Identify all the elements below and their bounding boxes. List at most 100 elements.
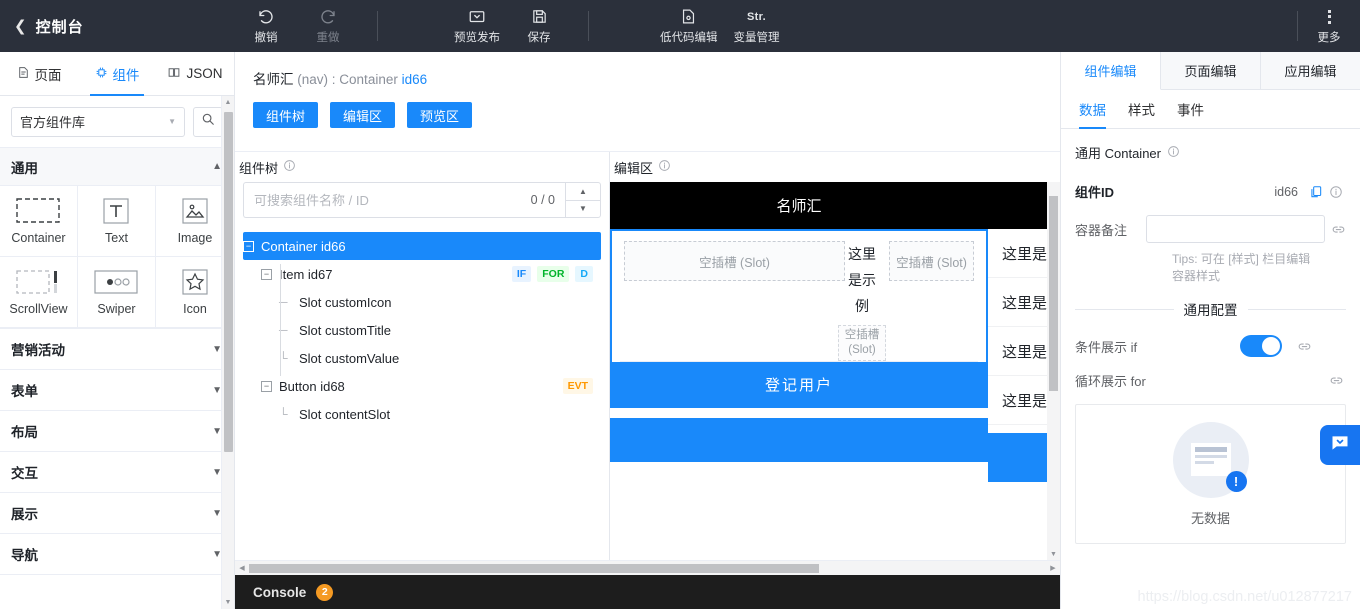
tree-node-slot-contentslot[interactable]: └ Slot contentSlot [243,400,601,428]
selected-container-id66[interactable]: 空插槽 (Slot) 这里是示例 空插槽 (Slot) 空插槽 (Slot) 登… [610,229,988,408]
horizontal-scrollbar[interactable]: ◀ ▶ [235,560,1060,575]
console-bar[interactable]: Console 2 [235,575,1060,609]
component-swiper[interactable]: Swiper [77,257,156,328]
undo-button[interactable]: 撤销 [235,0,297,52]
info-icon[interactable] [1326,185,1346,199]
scroll-down-arrow-icon[interactable]: ▼ [222,596,234,609]
warning-badge-icon: ! [1225,470,1247,492]
variable-manage-label: 变量管理 [733,32,780,44]
divider-line [1247,308,1346,310]
tree-node-slot-customvalue[interactable]: └ Slot customValue [243,344,601,372]
more-label: 更多 [1317,32,1341,44]
scrollbar-track[interactable] [249,564,1046,573]
category-display[interactable]: 展示 ▼ [0,493,234,534]
str-variable-icon: Str. [747,10,766,23]
category-navigation[interactable]: 导航 ▼ [0,534,234,575]
search-button[interactable] [193,106,223,137]
tab-pages[interactable]: 页面 [0,52,78,95]
container-remark-input[interactable] [1146,215,1325,243]
tree-node-container-id66[interactable]: − Container id66 [243,232,601,260]
left-panel-scrollbar[interactable]: ▲ ▼ [221,96,234,609]
more-button[interactable]: 更多 [1298,0,1360,52]
console-title: 控制台 [35,18,84,36]
doc-line [1194,461,1214,464]
back-to-console[interactable]: ❮ 控制台 [0,16,235,37]
tab-page-edit[interactable]: 页面编辑 [1161,52,1261,89]
category-marketing[interactable]: 营销活动 ▼ [0,329,234,370]
link-icon[interactable] [1331,222,1346,237]
watermark: https://blog.csdn.net/u012877217 [1137,589,1352,605]
category-general-header[interactable]: 通用 ▲ [0,148,234,186]
toolbar-right: 更多 [1293,0,1360,52]
preview-publish-button[interactable]: 预览发布 [446,0,508,52]
tree-node-slot-customicon[interactable]: ─ Slot customIcon [243,288,601,316]
scroll-down-arrow-icon[interactable]: ▼ [1047,551,1060,558]
info-icon[interactable] [658,159,671,175]
subtab-data[interactable]: 数据 [1079,90,1106,129]
empty-slot-b[interactable]: 空插槽 (Slot) [889,241,974,281]
tree-node-button-id68[interactable]: − Button id68 EVT [243,372,601,400]
canvas-register-button[interactable]: 登记用户 [612,362,986,406]
loop-for-row: 循环展示 for [1075,371,1346,390]
info-icon[interactable] [1167,145,1180,161]
library-select[interactable]: 官方组件库 ▼ [11,106,185,137]
tab-app-edit[interactable]: 应用编辑 [1261,52,1360,89]
link-icon[interactable] [1294,339,1314,354]
link-icon[interactable] [1326,373,1346,388]
tree-branch-icon: ─ [279,323,288,337]
scroll-right-arrow-icon[interactable]: ▶ [1046,564,1060,572]
condition-if-toggle[interactable] [1240,335,1282,357]
search-prev-button[interactable]: ▲ [566,183,600,201]
search-next-button[interactable]: ▼ [566,201,600,218]
tree-node-item-id67[interactable]: − Item id67 IF FOR D [243,260,601,288]
subtab-events[interactable]: 事件 [1177,90,1204,128]
tree-pane-header: 组件树 [235,152,609,182]
component-list[interactable]: 通用 ▲ Container Text Image ScrollView Swi… [0,148,234,609]
component-chip-icon [95,66,108,82]
save-button[interactable]: 保存 [508,0,570,52]
editor-canvas[interactable]: 名师汇 空插槽 (Slot) 这里是示例 空插槽 (Slot) 空插槽 (Slo… [610,182,988,560]
goto-tree-button[interactable]: 组件树 [253,102,319,128]
info-icon[interactable] [283,159,296,175]
tree-search-count: 0 / 0 [530,193,555,207]
component-container[interactable]: Container [0,186,78,257]
center-panel: 名师汇 (nav) : Container id66 组件树 编辑区 预览区 组… [235,52,1345,609]
library-select-value: 官方组件库 [20,115,86,130]
preview-scrollbar[interactable]: ▼ [1047,182,1060,560]
tab-component-edit[interactable]: 组件编辑 [1061,52,1161,90]
sample-text: 这里是示例 [848,246,876,314]
lowcode-edit-button[interactable]: 低代码编辑 [652,0,726,52]
canvas-navbar: 名师汇 [610,182,988,229]
copy-icon[interactable] [1306,185,1326,199]
divider-line [1075,308,1174,310]
component-text[interactable]: Text [77,186,156,257]
tree-node-slot-customtitle[interactable]: ─ Slot customTitle [243,316,601,344]
goto-editor-button[interactable]: 编辑区 [330,102,396,128]
component-scrollview[interactable]: ScrollView [0,257,78,328]
redo-button[interactable]: 重做 [297,0,359,52]
variable-manage-button[interactable]: Str. 变量管理 [726,0,788,52]
category-form[interactable]: 表单 ▼ [0,370,234,411]
category-layout[interactable]: 布局 ▼ [0,411,234,452]
empty-slot-a[interactable]: 空插槽 (Slot) [624,241,845,281]
chat-support-button[interactable] [1320,425,1360,465]
canvas-secondary-block[interactable] [610,418,988,462]
collapse-toggle-icon[interactable]: − [261,268,272,280]
collapse-toggle-icon[interactable]: − [261,380,272,392]
scrollbar-thumb[interactable] [224,112,233,452]
tree-search-box[interactable]: 0 / 0 [243,182,565,218]
tree-search-input[interactable] [254,192,531,208]
collapse-toggle-icon[interactable]: − [243,240,254,252]
tab-components[interactable]: 组件 [78,52,156,96]
scroll-up-arrow-icon[interactable]: ▲ [222,96,234,109]
save-label: 保存 [527,32,551,44]
scrollbar-thumb[interactable] [1049,196,1058,391]
scroll-left-arrow-icon[interactable]: ◀ [235,564,249,572]
category-interaction[interactable]: 交互 ▼ [0,452,234,493]
subtab-style[interactable]: 样式 [1128,90,1155,128]
goto-preview-button[interactable]: 预览区 [407,102,473,128]
tab-json[interactable]: JSON [156,52,234,95]
tree-node-label: Slot customTitle [299,322,391,338]
empty-slot-c[interactable]: 空插槽 (Slot) [838,325,886,361]
scrollbar-thumb[interactable] [249,564,819,573]
